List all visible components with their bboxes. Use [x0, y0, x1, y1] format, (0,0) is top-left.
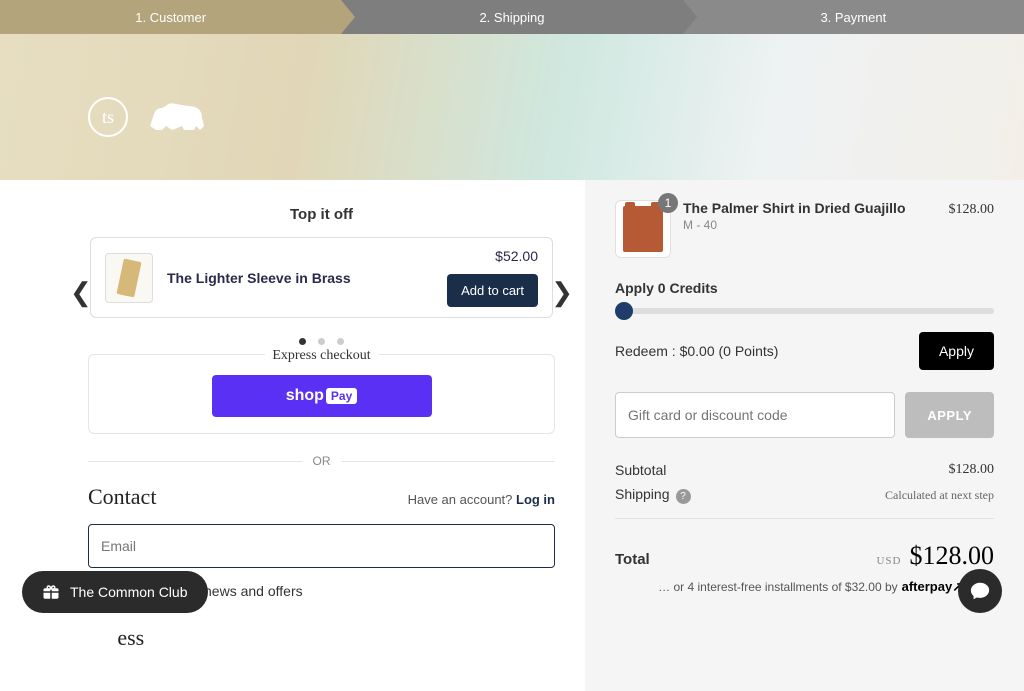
credits-slider[interactable] [615, 308, 994, 314]
carousel-dots [88, 332, 555, 348]
cart-item-qty-badge: 1 [658, 193, 678, 213]
brand-bear-icon [144, 96, 214, 138]
subtotal-label: Subtotal [615, 462, 666, 478]
login-link[interactable]: Log in [516, 492, 555, 507]
upsell-thumb [105, 253, 153, 303]
cart-item-thumb: 1 [615, 200, 671, 258]
email-field[interactable] [88, 524, 555, 568]
carousel-prev-icon[interactable]: ❮ [70, 277, 92, 308]
step-payment[interactable]: 3. Payment [683, 0, 1024, 34]
summary-divider [615, 518, 994, 519]
brand-ts-logo: ts [88, 97, 128, 137]
carousel-dot[interactable] [299, 338, 306, 345]
shop-pay-button[interactable]: shopPay [212, 375, 432, 417]
discount-apply-button[interactable]: APPLY [905, 392, 994, 438]
redeem-apply-button[interactable]: Apply [919, 332, 994, 370]
cart-item-price: $128.00 [949, 202, 995, 218]
express-checkout-label: Express checkout [264, 348, 378, 364]
upsell-card: The Lighter Sleeve in Brass $52.00 Add t… [90, 237, 553, 318]
cart-item-variant: M - 40 [683, 218, 937, 232]
add-to-cart-button[interactable]: Add to cart [447, 274, 538, 307]
subtotal-value: $128.00 [949, 462, 995, 478]
cart-item: 1 The Palmer Shirt in Dried Guajillo M -… [615, 200, 994, 258]
checkout-steps: 1. Customer 2. Shipping 3. Payment [0, 0, 1024, 34]
hero-banner: ts [0, 34, 1024, 180]
shipping-value: Calculated at next step [885, 488, 994, 503]
step-customer[interactable]: 1. Customer [0, 0, 341, 34]
carousel-next-icon[interactable]: ❯ [551, 277, 573, 308]
redeem-text: Redeem : $0.00 (0 Points) [615, 343, 778, 359]
common-club-pill[interactable]: The Common Club [22, 571, 208, 613]
step-shipping[interactable]: 2. Shipping [341, 0, 682, 34]
total-currency: USD [876, 555, 901, 567]
contact-heading: Contact [88, 484, 156, 510]
upsell-heading: Top it off [88, 206, 555, 223]
chat-button[interactable] [958, 569, 1002, 613]
common-club-label: The Common Club [70, 584, 188, 600]
credits-slider-thumb[interactable] [615, 302, 633, 320]
discount-code-input[interactable] [615, 392, 895, 438]
carousel-dot[interactable] [337, 338, 344, 345]
upsell-price: $52.00 [495, 248, 538, 264]
express-checkout-box: Express checkout shopPay [88, 354, 555, 434]
or-divider: OR [88, 454, 555, 468]
credits-heading: Apply 0 Credits [615, 280, 994, 296]
chat-icon [969, 580, 991, 602]
shipping-heading: Shiess [88, 625, 555, 651]
shipping-label: Shipping? [615, 486, 691, 504]
total-amount: $128.00 [910, 541, 995, 571]
total-label: Total [615, 551, 650, 568]
upsell-product-name: The Lighter Sleeve in Brass [167, 270, 433, 286]
have-account-text: Have an account? Log in [408, 492, 555, 507]
gift-icon [42, 583, 60, 601]
shipping-help-icon[interactable]: ? [676, 489, 691, 504]
carousel-dot[interactable] [318, 338, 325, 345]
cart-item-name: The Palmer Shirt in Dried Guajillo [683, 200, 937, 216]
afterpay-note: … or 4 interest-free installments of $32… [615, 579, 994, 595]
